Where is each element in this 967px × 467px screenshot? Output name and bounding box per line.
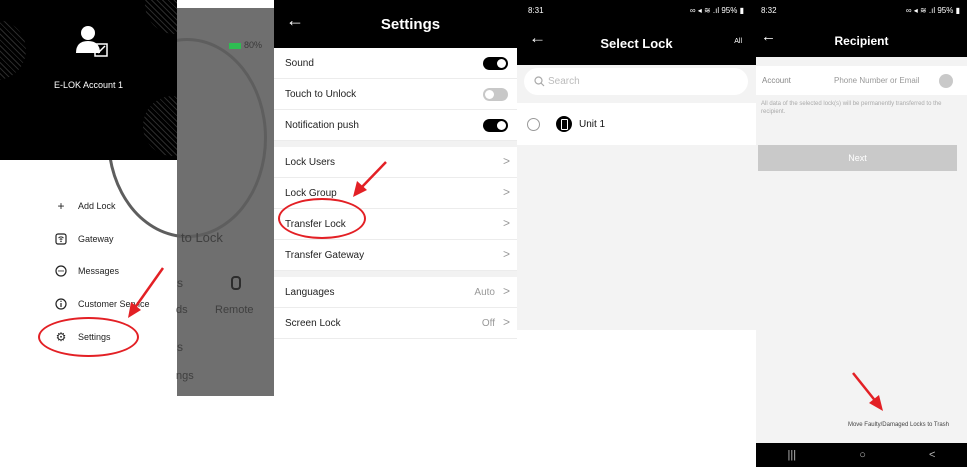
- search-icon: [534, 76, 545, 87]
- home-button[interactable]: ○: [859, 449, 866, 461]
- status-icons: ∞ ◂ ≋ .ıl 95% ▮: [689, 6, 744, 15]
- battery-level: 95%: [721, 6, 738, 15]
- recipient-panel: 8:32 ∞ ◂ ≋ .ıl 95% ▮ ← Recipient Account…: [756, 0, 967, 467]
- settings-panel: ← Settings Sound Touch to Unlock Notific…: [274, 0, 517, 467]
- status-time: 8:31: [528, 6, 544, 15]
- lock-icon: [556, 116, 572, 132]
- recent-apps-button[interactable]: |||: [788, 449, 797, 461]
- radio-button[interactable]: [527, 117, 540, 131]
- annotation-arrow: [128, 267, 165, 318]
- android-nav-bar: ||| ○ <: [756, 443, 967, 467]
- search-placeholder: Search: [548, 76, 580, 87]
- drawer-panel: 80% to Lock s ds Remote s ngs E-LOK Acco…: [0, 0, 274, 467]
- lock-list-item[interactable]: Unit 1: [517, 103, 756, 145]
- page-title: Select Lock: [600, 36, 673, 51]
- empty-area: [517, 330, 756, 467]
- annotation-arrow: [353, 161, 387, 197]
- move-to-trash-link[interactable]: Move Faulty/Damaged Locks to Trash: [756, 422, 967, 428]
- search-input[interactable]: Search: [524, 68, 748, 95]
- select-lock-panel: 8:31 ∞ ◂ ≋ .ıl 95% ▮ ← Select Lock All S…: [517, 0, 756, 467]
- back-button[interactable]: <: [929, 449, 935, 461]
- annotation-arrow: [852, 372, 883, 411]
- select-all-button[interactable]: All: [734, 38, 742, 45]
- lock-name: Unit 1: [579, 118, 606, 130]
- select-lock-header: 8:31 ∞ ◂ ≋ .ıl 95% ▮ ← Select Lock All: [517, 0, 756, 65]
